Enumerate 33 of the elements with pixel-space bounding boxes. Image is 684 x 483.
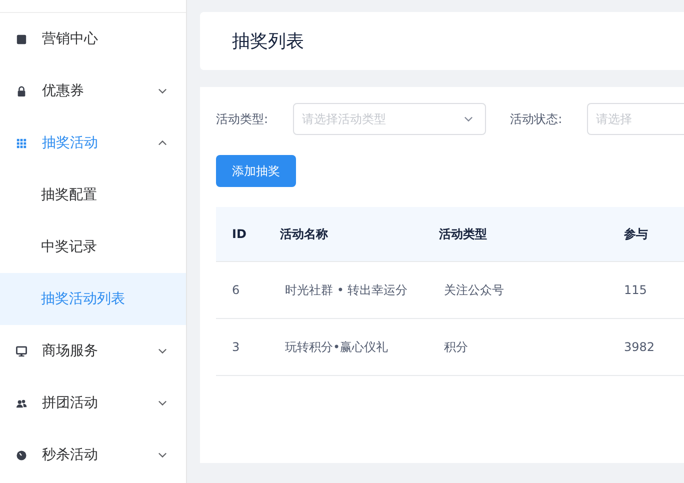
menu-item[interactable]: 拼团活动 [0, 377, 186, 429]
table-cell-text: 时光社群 • 转出幸运分 [284, 282, 409, 298]
chevron-icon [158, 452, 167, 458]
table-cell-text: 积分 [443, 338, 469, 356]
submenu-item[interactable]: 中奖记录 [0, 221, 186, 273]
page-title: 抽奖列表 [232, 30, 304, 53]
chevron-icon [158, 348, 167, 354]
clock-icon [16, 450, 27, 460]
table-cell-text: 关注公众号 [443, 282, 505, 298]
column-header: ID [231, 227, 248, 241]
table-cell-text: 玩转积分•赢心仪礼 [284, 338, 390, 356]
menu-item[interactable]: 秒杀活动 [0, 429, 186, 481]
filter-label: 活动状态: [510, 110, 564, 128]
filter-label: 活动类型: [216, 110, 270, 128]
lock-icon [16, 86, 27, 96]
menu-item[interactable]: 优惠券 [0, 65, 186, 117]
chevron-icon [158, 400, 167, 406]
monitor-icon [16, 346, 27, 356]
chevron-icon [158, 88, 167, 94]
column-header: 参与 [624, 226, 648, 242]
column-header: 活动类型 [439, 226, 488, 242]
grid-icon [16, 138, 27, 148]
table-cell: 115 [624, 283, 647, 297]
table-cell-text: 3 [231, 340, 241, 354]
table-cell-text: 6 [231, 283, 241, 297]
submenu-item[interactable]: 抽奖配置 [0, 169, 186, 221]
people-icon [16, 398, 27, 408]
chevron-icon [464, 116, 474, 122]
menu-item[interactable]: 营销中心 [0, 13, 186, 65]
menu-item[interactable]: 商场服务 [0, 325, 186, 377]
column-header: 活动名称 [280, 226, 329, 242]
chevron-icon [158, 140, 167, 146]
table-cell: 3982 [624, 340, 655, 354]
